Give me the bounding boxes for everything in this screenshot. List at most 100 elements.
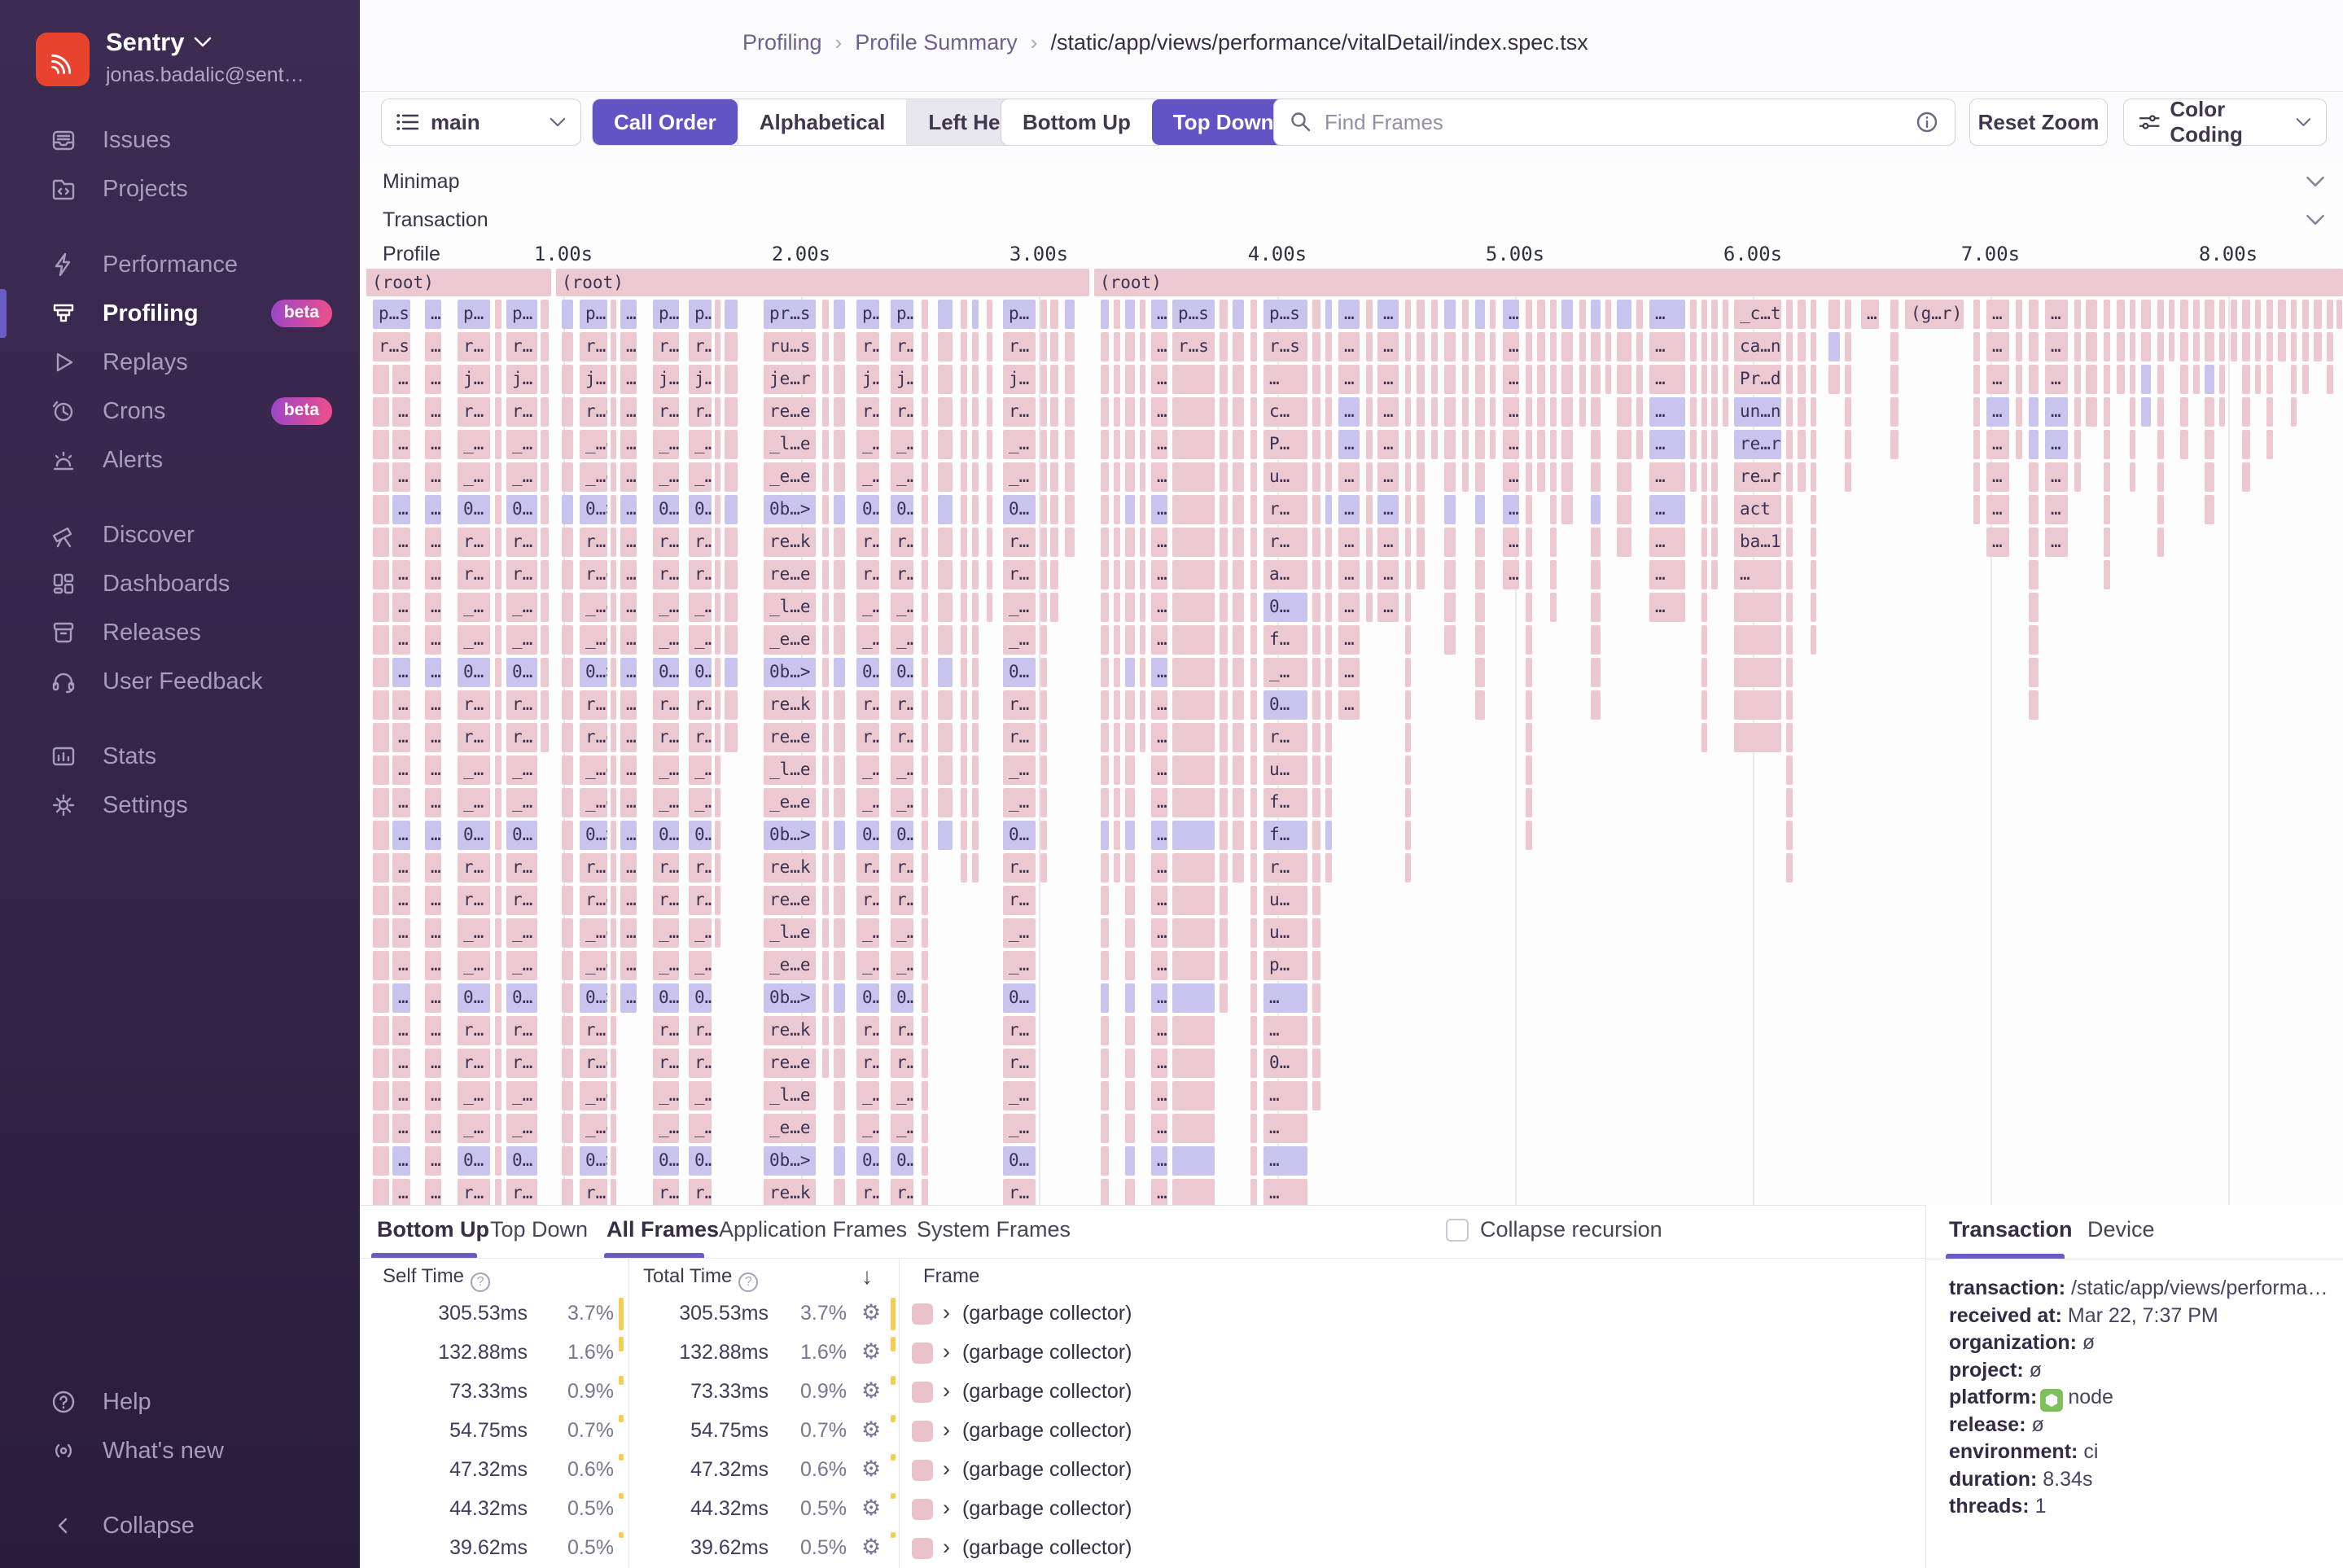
- flame-cell[interactable]: r…: [856, 886, 879, 915]
- flame-cell[interactable]: [938, 430, 953, 459]
- flame-cell[interactable]: r…: [1003, 1179, 1036, 1205]
- flame-cell[interactable]: [1526, 723, 1532, 752]
- flame-cell[interactable]: _…: [856, 625, 879, 655]
- flame-cell[interactable]: [715, 365, 720, 394]
- flame-cell[interactable]: r…: [1003, 723, 1036, 752]
- flame-cell[interactable]: [1617, 495, 1631, 524]
- flame-cell[interactable]: [922, 560, 928, 589]
- flame-cell[interactable]: [1125, 853, 1135, 883]
- sidebar-item-alerts[interactable]: Alerts: [0, 436, 360, 484]
- flame-cell[interactable]: [715, 723, 720, 752]
- flame-cell[interactable]: [1845, 300, 1851, 329]
- flame-cell[interactable]: …: [425, 1049, 441, 1078]
- flame-cell[interactable]: [611, 397, 616, 427]
- sort-call-order[interactable]: Call Order: [593, 99, 738, 145]
- flame-cell[interactable]: [1125, 625, 1135, 655]
- flame-cell[interactable]: [2231, 300, 2237, 329]
- flame-cell[interactable]: _…: [891, 1081, 913, 1110]
- flame-cell[interactable]: [611, 495, 616, 524]
- flame-cell[interactable]: [562, 1016, 573, 1045]
- flame-cell[interactable]: [961, 658, 967, 687]
- flame-cell[interactable]: [725, 430, 738, 459]
- flame-cell[interactable]: [938, 495, 953, 524]
- flame-cell[interactable]: [922, 430, 928, 459]
- flame-cell[interactable]: [1250, 1016, 1257, 1045]
- flame-cell[interactable]: …: [2045, 430, 2068, 459]
- flame-cell[interactable]: [1220, 983, 1228, 1013]
- flame-cell[interactable]: …: [425, 1179, 441, 1205]
- flame-cell[interactable]: [715, 658, 720, 687]
- flame-cell[interactable]: 0…: [506, 495, 537, 524]
- flame-cell[interactable]: [1444, 495, 1456, 524]
- flame-cell[interactable]: _…: [856, 788, 879, 817]
- flame-cell[interactable]: …: [392, 1081, 410, 1110]
- flame-cell[interactable]: r…: [653, 560, 679, 589]
- flame-cell[interactable]: [1325, 723, 1332, 752]
- flame-cell[interactable]: [1811, 593, 1816, 622]
- flame-cell[interactable]: [1101, 886, 1109, 915]
- flame-cell[interactable]: [1462, 397, 1469, 427]
- flame-cell[interactable]: [1786, 430, 1793, 459]
- flame-cell[interactable]: …: [620, 690, 637, 720]
- flame-cell[interactable]: [1550, 495, 1557, 524]
- flame-cell[interactable]: r…: [856, 397, 879, 427]
- flame-cell[interactable]: …: [392, 397, 410, 427]
- flame-cell[interactable]: r…: [891, 1179, 913, 1205]
- flame-cell[interactable]: [1537, 300, 1545, 329]
- flame-cell[interactable]: [1325, 332, 1332, 361]
- flame-cell[interactable]: [611, 756, 616, 785]
- flame-cell[interactable]: [1475, 560, 1485, 589]
- flame-cell[interactable]: [1050, 462, 1058, 492]
- tab-device-details[interactable]: Device: [2087, 1217, 2155, 1242]
- flame-cell[interactable]: re…e: [764, 723, 816, 752]
- flame-cell[interactable]: [1220, 300, 1228, 329]
- flame-cell[interactable]: _…: [689, 756, 712, 785]
- flame-cell[interactable]: [938, 528, 953, 557]
- flame-cell[interactable]: [611, 723, 616, 752]
- flame-cell[interactable]: [1475, 658, 1485, 687]
- flame-cell[interactable]: [541, 365, 549, 394]
- flame-cell[interactable]: [1250, 528, 1257, 557]
- flame-cell[interactable]: …: [425, 658, 441, 687]
- flame-cell[interactable]: [1890, 397, 1898, 427]
- flame-cell[interactable]: [922, 1146, 928, 1176]
- flame-cell[interactable]: [1250, 853, 1257, 883]
- flame-cell[interactable]: [1101, 821, 1109, 850]
- flame-cell[interactable]: [922, 1016, 928, 1045]
- thread-select[interactable]: main: [381, 99, 581, 146]
- flame-cell[interactable]: [1526, 690, 1532, 720]
- flame-cell[interactable]: 0…: [891, 821, 913, 850]
- flame-cell[interactable]: …: [1338, 495, 1360, 524]
- flame-cell[interactable]: [1973, 300, 1980, 329]
- flame-cell[interactable]: [1845, 365, 1851, 394]
- flame-cell[interactable]: [725, 723, 738, 752]
- flame-cell[interactable]: [373, 397, 389, 427]
- flame-cell[interactable]: [1140, 495, 1145, 524]
- flame-cell[interactable]: r…: [458, 332, 490, 361]
- flame-cell[interactable]: [1040, 821, 1047, 850]
- flame-cell[interactable]: [541, 593, 549, 622]
- flame-cell[interactable]: [1636, 300, 1643, 329]
- flame-cell[interactable]: r…: [653, 690, 679, 720]
- flame-cell[interactable]: [2016, 430, 2022, 459]
- flame-cell[interactable]: [541, 397, 549, 427]
- flame-cell[interactable]: …: [1263, 365, 1307, 394]
- flame-cell[interactable]: …: [1151, 658, 1167, 687]
- flame-cell[interactable]: r…: [1263, 853, 1307, 883]
- flame-cell[interactable]: _…e: [580, 788, 607, 817]
- flame-cell[interactable]: [2117, 365, 2125, 394]
- flame-cell[interactable]: [1811, 300, 1816, 329]
- flame-cell[interactable]: 0…>: [580, 495, 607, 524]
- flame-cell[interactable]: [1250, 300, 1257, 329]
- flame-cell[interactable]: …: [1377, 593, 1399, 622]
- flame-cell[interactable]: [972, 528, 979, 557]
- flame-cell[interactable]: [1172, 1179, 1215, 1205]
- flame-cell[interactable]: [1101, 951, 1109, 980]
- flame-cell[interactable]: …: [425, 788, 441, 817]
- flame-cell[interactable]: [1250, 365, 1257, 394]
- flame-cell[interactable]: …: [392, 821, 410, 850]
- flame-cell[interactable]: [1690, 397, 1697, 427]
- flame-cell[interactable]: [373, 495, 389, 524]
- flame-cell[interactable]: [2141, 397, 2151, 427]
- flame-cell[interactable]: [1591, 462, 1601, 492]
